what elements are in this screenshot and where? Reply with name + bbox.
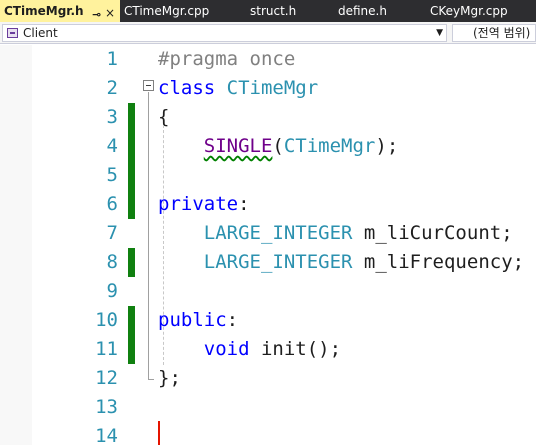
line-number: 4 <box>106 135 118 157</box>
code-line: 12 }; <box>0 364 536 393</box>
keyword: void <box>203 338 250 360</box>
code-text: LARGE_INTEGER m_liFrequency; <box>158 248 524 277</box>
code-line: 14 <box>0 422 536 445</box>
tab-label: CTimeMgr.h <box>4 4 84 18</box>
line-number: 6 <box>106 193 118 215</box>
identifier: m_liFrequency; <box>352 251 525 273</box>
pin-icon[interactable]: ⊸ <box>92 5 101 22</box>
tab-ckeymgr-cpp[interactable]: CKeyMgr.cpp <box>426 0 536 22</box>
code-line: 11 void init(); <box>0 335 536 364</box>
outline-line <box>148 92 149 379</box>
scope-dropdown[interactable]: (전역 범위) <box>452 24 536 42</box>
code-line: 5 <box>0 161 536 190</box>
line-number: 2 <box>106 77 118 99</box>
punctuation: : <box>226 309 239 331</box>
code-line: 1 #pragma once <box>0 45 536 74</box>
punctuation: : <box>238 193 250 215</box>
identifier: m_liCurCount; <box>352 222 513 244</box>
change-indicator <box>128 103 135 219</box>
line-number: 11 <box>95 338 118 360</box>
code-line: 2 class CTimeMgr <box>0 74 536 103</box>
code-text: SINGLE(CTimeMgr); <box>158 132 399 161</box>
punctuation: ); <box>375 135 399 157</box>
type-name: CTimeMgr <box>226 77 319 99</box>
macro-name: SINGLE <box>203 135 273 157</box>
project-label: Client <box>23 26 58 40</box>
tab-label: define.h <box>338 4 387 18</box>
project-icon <box>7 28 18 38</box>
indent-guide <box>163 125 164 365</box>
tab-ctimemgr-cpp[interactable]: CTimeMgr.cpp <box>120 0 246 22</box>
project-dropdown[interactable]: Client ▼ <box>2 24 447 42</box>
keyword: public <box>158 309 227 331</box>
code-line: 9 <box>0 277 536 306</box>
tab-label: CKeyMgr.cpp <box>430 4 508 18</box>
change-indicator <box>128 306 135 364</box>
line-number: 8 <box>106 251 118 273</box>
code-editor[interactable]: 1 #pragma once 2 class CTimeMgr 3 { 4 SI… <box>0 45 536 445</box>
punctuation: ( <box>272 135 284 157</box>
punctuation: }; <box>158 367 181 389</box>
type-name: LARGE_INTEGER <box>203 222 353 244</box>
tab-label: struct.h <box>250 4 297 18</box>
line-number: 10 <box>95 309 118 331</box>
code-line: 13 <box>0 393 536 422</box>
document-tab-strip: CTimeMgr.h ⊸ × CTimeMgr.cpp struct.h def… <box>0 0 536 22</box>
line-number: 1 <box>106 48 118 70</box>
code-line: 8 LARGE_INTEGER m_liFrequency; <box>0 248 536 277</box>
text-caret <box>158 421 160 445</box>
scope-label: (전역 범위) <box>473 26 531 40</box>
preprocessor-directive: #pragma once <box>158 48 296 70</box>
keyword: private <box>158 193 239 215</box>
line-number: 9 <box>106 280 118 302</box>
tab-struct-h[interactable]: struct.h <box>246 0 334 22</box>
chevron-down-icon: ▼ <box>436 28 443 38</box>
code-line: 3 { <box>0 103 536 132</box>
code-text: void init(); <box>158 335 341 364</box>
type-name: LARGE_INTEGER <box>203 251 353 273</box>
line-number: 12 <box>95 367 118 389</box>
line-number: 13 <box>95 396 118 418</box>
code-line: 7 LARGE_INTEGER m_liCurCount; <box>0 219 536 248</box>
identifier: init(); <box>249 338 342 360</box>
code-line: 10 public: <box>0 306 536 335</box>
code-text: private: <box>158 190 250 219</box>
collapse-toggle-icon[interactable] <box>143 80 154 91</box>
code-text: #pragma once <box>158 45 295 74</box>
navigation-bar: Client ▼ (전역 범위) <box>0 22 536 44</box>
line-number: 3 <box>106 106 118 128</box>
type-name: CTimeMgr <box>283 135 376 157</box>
code-line: 6 private: <box>0 190 536 219</box>
code-text: public: <box>158 306 238 335</box>
close-icon[interactable]: × <box>105 4 115 22</box>
outline-line-end <box>148 379 154 380</box>
line-number: 7 <box>106 222 118 244</box>
change-indicator <box>128 248 135 277</box>
line-number: 14 <box>95 425 118 445</box>
line-number: 5 <box>106 164 118 186</box>
tab-label: CTimeMgr.cpp <box>124 4 210 18</box>
code-text: class CTimeMgr <box>158 74 318 103</box>
code-line: 4 SINGLE(CTimeMgr); <box>0 132 536 161</box>
code-text: }; <box>158 364 181 393</box>
tab-ctimemgr-h[interactable]: CTimeMgr.h ⊸ × <box>0 0 120 22</box>
keyword: class <box>158 77 216 99</box>
tab-define-h[interactable]: define.h <box>334 0 426 22</box>
code-text: LARGE_INTEGER m_liCurCount; <box>158 219 513 248</box>
